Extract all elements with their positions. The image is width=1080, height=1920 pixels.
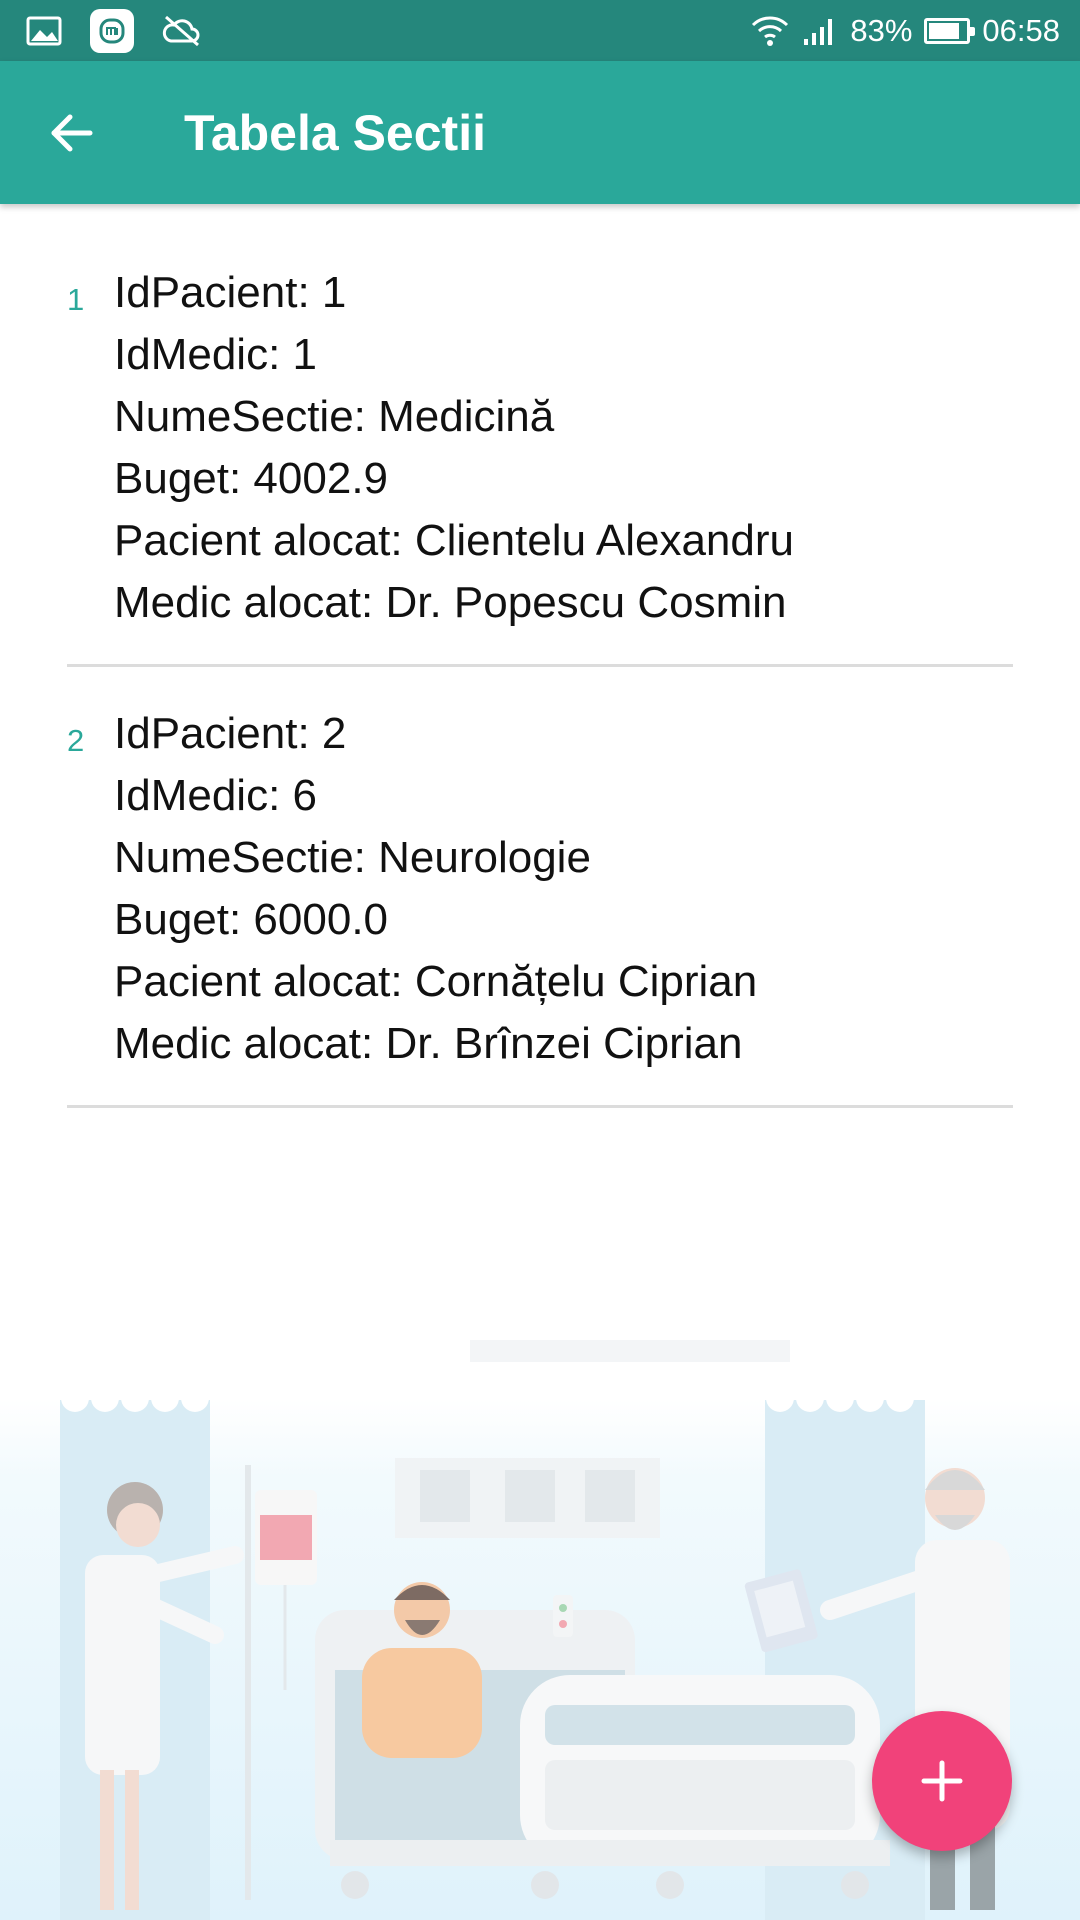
item-field: Medic alocat: Dr. Popescu Cosmin: [114, 578, 787, 627]
battery-level: [929, 22, 960, 39]
screen: 83% 06:58 Tabela Sectii 1 IdPacient: 1 IdM…: [0, 0, 1080, 1920]
gallery-icon: [26, 16, 62, 46]
plus-icon: [921, 1760, 963, 1802]
item-field: Pacient alocat: Cornățelu Ciprian: [114, 957, 758, 1006]
status-right-icons: 83% 06:58: [738, 13, 1060, 49]
item-details: IdPacient: 1 IdMedic: 1 NumeSectie: Medici…: [114, 262, 1013, 634]
add-button[interactable]: [872, 1711, 1012, 1851]
item-field: Buget: 4002.9: [114, 454, 389, 503]
item-field: IdMedic: 1: [114, 330, 317, 379]
mi-icon: [90, 8, 134, 53]
item-field: Pacient alocat: Clientelu Alexandru: [114, 516, 794, 565]
item-field: NumeSectie: Medicină: [114, 392, 555, 441]
item-details: IdPacient: 2 IdMedic: 6 NumeSectie: Neurol…: [114, 703, 1013, 1075]
arrow-back-icon: [51, 114, 93, 151]
battery-percent: 83%: [850, 12, 913, 48]
item-field: IdPacient: 1: [114, 268, 347, 317]
wifi-icon: [750, 13, 790, 49]
item-index: 2: [67, 723, 85, 758]
item-field: IdPacient: 2: [114, 709, 347, 758]
sectii-list: 1 IdPacient: 1 IdMedic: 1 NumeSectie: Medic…: [0, 204, 1080, 1108]
app-bar: Tabela Sectii: [0, 61, 1080, 204]
item-index: 1: [67, 282, 85, 317]
item-field: Buget: 6000.0: [114, 895, 389, 944]
item-field: IdMedic: 6: [114, 771, 317, 820]
status-bar: 83% 06:58: [0, 0, 1080, 61]
list-item[interactable]: 1 IdPacient: 1 IdMedic: 1 NumeSectie: Medic…: [67, 204, 1013, 667]
battery-icon: [924, 17, 976, 44]
item-field: Medic alocat: Dr. Brînzei Ciprian: [114, 1019, 743, 1068]
page-title: Tabela Sectii: [184, 104, 486, 161]
status-left-icons: [26, 8, 230, 53]
signal-icon: [802, 15, 838, 47]
list-item[interactable]: 2 IdPacient: 2 IdMedic: 6 NumeSectie: Neuro…: [67, 667, 1013, 1108]
cloud-off-icon: [162, 14, 202, 48]
back-button[interactable]: [36, 97, 108, 169]
item-field: NumeSectie: Neurologie: [114, 833, 591, 882]
clock: 06:58: [982, 12, 1060, 48]
